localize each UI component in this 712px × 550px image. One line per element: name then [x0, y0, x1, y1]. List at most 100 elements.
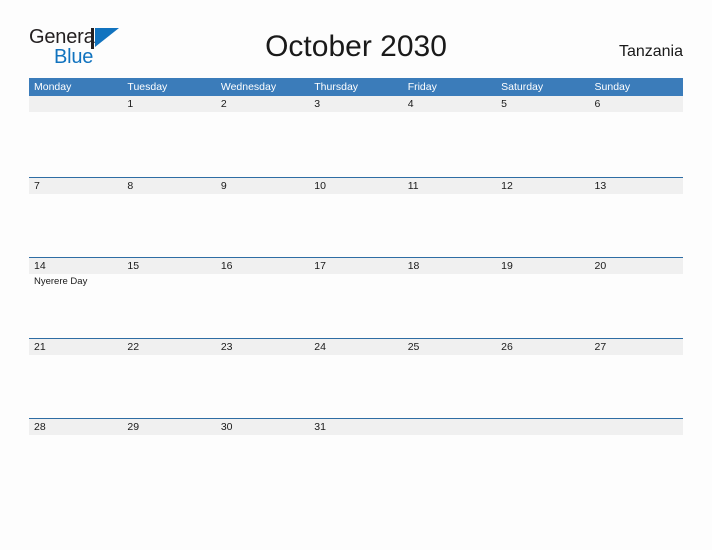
day-cell[interactable]: 20 — [589, 258, 683, 338]
day-cell[interactable]: 30 — [215, 419, 310, 499]
day-number: 4 — [407, 98, 414, 110]
day-events — [216, 194, 309, 196]
day-cell[interactable]: 17 — [309, 258, 403, 338]
day-events — [309, 355, 402, 357]
day-number-band: 8 — [122, 177, 216, 194]
day-number: 9 — [220, 179, 227, 192]
day-events — [216, 112, 309, 114]
day-number-band: 29 — [122, 419, 216, 435]
calendar-week-row: 14 Nyerere Day 15 16 17 18 19 20 — [29, 257, 683, 338]
day-cell[interactable]: 22 — [122, 338, 216, 419]
day-events — [590, 355, 683, 357]
day-number: 7 — [34, 179, 40, 192]
day-cell[interactable]: 6 — [589, 96, 683, 177]
day-number: 14 — [34, 260, 46, 272]
day-number-band: 30 — [215, 419, 310, 435]
weekday-header-row: Monday Tuesday Wednesday Thursday Friday… — [29, 78, 683, 96]
day-number-band: 28 — [29, 419, 123, 435]
day-events — [216, 435, 309, 437]
day-events — [496, 435, 589, 437]
day-number-band — [29, 96, 123, 112]
weekday-header-sunday: Sunday — [594, 81, 631, 93]
day-cell[interactable]: 28 — [29, 419, 123, 499]
day-cell[interactable]: 24 — [309, 338, 403, 419]
day-cell[interactable]: 26 — [496, 338, 590, 419]
day-events — [403, 274, 496, 276]
day-cell[interactable]: 4 — [402, 96, 497, 177]
day-cell[interactable]: 2 — [215, 96, 310, 177]
day-events — [590, 194, 683, 196]
day-cell[interactable]: 21 — [29, 338, 123, 419]
day-number-band: 7 — [29, 177, 123, 194]
country-label: Tanzania — [618, 43, 683, 60]
day-cell[interactable]: 13 — [589, 177, 683, 258]
calendar-weeks: 1 2 3 4 5 6 7 8 9 10 11 12 13 14 Nyerere Day 15 16 17 18 19… — [29, 96, 683, 499]
day-number: 24 — [314, 340, 326, 353]
day-number-band: 3 — [309, 96, 403, 112]
day-number: 21 — [34, 340, 46, 353]
day-cell[interactable]: 25 — [402, 338, 497, 419]
day-cell[interactable]: 31 — [309, 419, 403, 499]
day-events — [122, 355, 215, 357]
day-number: 19 — [501, 260, 513, 272]
day-number: 3 — [314, 98, 321, 110]
day-cell[interactable]: 9 — [215, 177, 310, 258]
day-events — [29, 112, 122, 114]
day-cell[interactable]: 15 — [122, 258, 216, 338]
day-events — [496, 355, 589, 357]
day-number-band: 4 — [402, 96, 497, 112]
calendar-week-row: 1 2 3 4 5 6 — [29, 96, 683, 177]
day-events — [590, 112, 683, 114]
day-cell[interactable]: 1 — [122, 96, 216, 177]
day-number: 27 — [594, 340, 607, 353]
day-cell[interactable]: 19 — [496, 258, 590, 338]
day-number-band — [402, 419, 497, 435]
day-number: 12 — [501, 179, 513, 192]
day-events — [496, 274, 589, 276]
day-number-band: 15 — [122, 258, 216, 274]
calendar-week-row: 7 8 9 10 11 12 13 — [29, 176, 683, 258]
day-number-band: 19 — [496, 258, 590, 274]
day-cell[interactable]: 8 — [122, 177, 216, 258]
day-events — [403, 435, 496, 437]
calendar-page: General Blue October 2030 Tanzania Monda… — [0, 0, 712, 550]
day-cell[interactable]: 12 — [496, 177, 590, 258]
weekday-header-wednesday: Wednesday — [220, 81, 277, 93]
day-cell[interactable]: 10 — [309, 177, 403, 258]
day-cell[interactable]: 29 — [122, 419, 216, 499]
day-number-band: 13 — [589, 177, 683, 194]
day-cell[interactable]: 14 Nyerere Day — [29, 258, 123, 338]
holiday-event-label: Nyerere Day — [34, 276, 88, 287]
day-number: 30 — [220, 421, 233, 433]
day-number: 25 — [407, 340, 420, 353]
day-events — [122, 112, 215, 114]
day-cell[interactable]: 18 — [402, 258, 497, 338]
day-cell[interactable]: 5 — [496, 96, 590, 177]
day-cell[interactable]: 11 — [402, 177, 497, 258]
day-events — [590, 435, 683, 437]
weekday-header-thursday: Thursday — [314, 81, 359, 93]
day-events — [29, 194, 122, 196]
day-events — [496, 194, 589, 196]
day-number-band: 22 — [122, 338, 216, 355]
day-events — [403, 355, 496, 357]
day-number-band: 17 — [309, 258, 403, 274]
day-cell[interactable]: 27 — [589, 338, 683, 419]
day-number-band: 11 — [402, 177, 497, 194]
day-number-band: 26 — [496, 338, 590, 355]
day-events — [29, 435, 122, 437]
day-number-band: 31 — [309, 419, 403, 435]
day-number: 6 — [594, 98, 601, 110]
day-number-band: 24 — [309, 338, 403, 355]
day-events — [496, 112, 589, 114]
day-cell[interactable]: 3 — [309, 96, 403, 177]
day-cell[interactable]: 23 — [215, 338, 310, 419]
day-number-band: 14 — [29, 258, 123, 274]
day-number: 16 — [220, 260, 233, 272]
day-cell[interactable]: 16 — [215, 258, 310, 338]
day-number-band: 18 — [402, 258, 497, 274]
day-events — [216, 274, 309, 276]
day-cell[interactable]: 7 — [29, 177, 123, 258]
day-events — [309, 194, 402, 196]
day-number: 15 — [127, 260, 140, 272]
